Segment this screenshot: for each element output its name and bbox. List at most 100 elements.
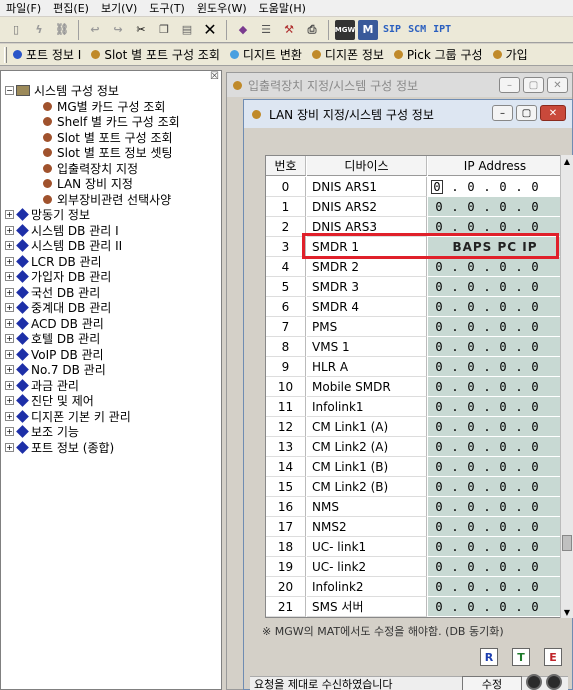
ip-octet-4[interactable]: 0 [524, 500, 546, 514]
ip-octet-4[interactable]: 0 [524, 260, 546, 274]
ip-octet-3[interactable]: 0 [492, 540, 514, 554]
ip-address-field[interactable]: 0.0.0.0 [428, 197, 560, 217]
expand-icon[interactable]: + [5, 241, 14, 251]
table-row[interactable]: 8 VMS 10.0.0.0 [266, 337, 560, 357]
close-button[interactable]: ✕ [547, 77, 568, 93]
ip-octet-3[interactable]: 0 [492, 400, 514, 414]
ip-address-field[interactable]: 0.0.0.0 [428, 317, 560, 337]
tree-group-diagnostics[interactable]: + 진단 및 제어 [5, 393, 221, 409]
round-button-icon[interactable] [546, 674, 562, 690]
ip-octet-3[interactable]: 0 [492, 280, 514, 294]
minimize-button[interactable]: – [492, 105, 513, 121]
expand-icon[interactable]: + [5, 256, 14, 266]
table-row[interactable]: 20 Infolink2 0. 0. 0. 0 [266, 577, 560, 597]
ip-address-field[interactable]: 0.0.0.0 [428, 477, 560, 497]
menu-file[interactable]: 파일(F) [6, 0, 41, 16]
ip-octet-4[interactable]: 0 [524, 580, 546, 594]
ipt-button[interactable]: IPT [431, 24, 453, 35]
tree-group-billing[interactable]: + 과금 관리 [5, 378, 221, 394]
ip-octet-3[interactable]: 0 [492, 200, 514, 214]
ip-address-field[interactable]: 0.0.0.0 [428, 397, 560, 417]
ip-octet-2[interactable]: 0 [460, 340, 482, 354]
ip-octet-1[interactable]: 0 [428, 260, 450, 274]
expand-icon[interactable]: + [5, 365, 14, 375]
quick-pick-group[interactable]: Pick 그룹 구성 [393, 46, 483, 63]
ip-octet-1[interactable]: 0 [428, 460, 450, 474]
mgw-icon[interactable]: MGW [335, 19, 355, 40]
tree-item-slot-port-config[interactable]: Slot 별 포트 구성 조회 [5, 130, 221, 146]
ip-address-field[interactable]: 0.0.0.0 [428, 457, 560, 477]
quick-port-info[interactable]: 포트 정보 I [13, 46, 81, 63]
ip-octet-3[interactable]: 0 [492, 300, 514, 314]
ip-address-field[interactable]: 0.0.0.0 [428, 257, 560, 277]
ip-octet-3[interactable]: 0 [492, 500, 514, 514]
ip-octet-4[interactable]: 0 [524, 320, 546, 334]
ip-octet-4[interactable]: 0 [524, 560, 546, 574]
quick-digit-convert[interactable]: 디지트 변환 [229, 46, 302, 63]
ip-octet-2[interactable]: 0 [460, 320, 482, 334]
ip-octet-1[interactable]: 0 [428, 220, 450, 234]
tree-item-lan-device[interactable]: LAN 장비 지정 [5, 176, 221, 192]
tree-group-port-info-all[interactable]: + 포트 정보 (종합) [5, 440, 221, 456]
lightning-icon[interactable]: ϟ [29, 20, 49, 40]
close-button[interactable]: ✕ [540, 105, 566, 121]
tree-group-aux-functions[interactable]: + 보조 기능 [5, 424, 221, 440]
ip-octet-3[interactable]: 0 [492, 440, 514, 454]
tree-group-network-sync[interactable]: + 망동기 정보 [5, 207, 221, 223]
ip-octet-4[interactable]: 0 [524, 600, 546, 614]
ip-octet-3[interactable]: 0 [492, 320, 514, 334]
ip-octet-4[interactable]: 0 [524, 540, 546, 554]
ip-octet-1[interactable]: 0 [428, 300, 450, 314]
open-icon[interactable]: ▯ [6, 20, 26, 40]
table-row[interactable]: 1 DNIS ARS2 0. 0. 0. 0 [266, 197, 560, 217]
ip-octet-2[interactable]: 0 [460, 300, 482, 314]
ip-octet-1[interactable]: 0 [428, 320, 450, 334]
table-row[interactable]: 0 DNIS ARS1 0. 0. 0. 0 [266, 177, 560, 197]
ip-address-field[interactable]: BAPS PC IP [428, 237, 560, 257]
ip-octet-4[interactable]: 0 [524, 200, 546, 214]
expand-icon[interactable]: + [5, 411, 14, 421]
ip-address-field[interactable]: 0.0.0.0 [428, 177, 560, 197]
ip-address-field[interactable]: 0.0.0.0 [428, 377, 560, 397]
tree-group-digiphone-keys[interactable]: + 디지폰 기본 키 관리 [5, 409, 221, 425]
tree-group-system-db-1[interactable]: + 시스템 DB 관리 I [5, 223, 221, 239]
ip-octet-4[interactable]: 0 [524, 280, 546, 294]
edit-button[interactable]: 수정 [462, 676, 522, 690]
ip-octet-3[interactable]: 0 [492, 520, 514, 534]
background-window-titlebar[interactable]: 입출력장치 지정/시스템 구성 정보 – ▢ ✕ [227, 73, 572, 97]
ip-octet-2[interactable]: 0 [460, 480, 482, 494]
tree-item-slot-port-setting[interactable]: Slot 별 포트 정보 셋팅 [5, 145, 221, 161]
ip-octet-1[interactable]: 0 [428, 520, 450, 534]
ip-octet-3[interactable]: 0 [492, 180, 514, 194]
ip-octet-3[interactable]: 0 [492, 360, 514, 374]
paste-icon[interactable]: ▤ [177, 20, 197, 40]
expand-icon[interactable]: + [5, 225, 14, 235]
ip-octet-4[interactable]: 0 [524, 380, 546, 394]
expand-icon[interactable]: + [5, 442, 14, 452]
ip-address-field[interactable]: 0.0.0.0 [428, 297, 560, 317]
ip-octet-1[interactable]: 0 [428, 580, 450, 594]
ip-octet-2[interactable]: 0 [460, 580, 482, 594]
printer-icon[interactable]: ⎙ [302, 20, 322, 40]
table-row[interactable]: 11 Infolink1 0. 0. 0. 0 [266, 397, 560, 417]
ip-octet-4[interactable]: 0 [524, 440, 546, 454]
minimize-button[interactable]: – [499, 77, 520, 93]
ip-octet-3[interactable]: 0 [492, 580, 514, 594]
ip-octet-3[interactable]: 0 [492, 460, 514, 474]
ip-octet-4[interactable]: 0 [524, 460, 546, 474]
ip-octet-3[interactable]: 0 [492, 220, 514, 234]
ip-octet-2[interactable]: 0 [460, 520, 482, 534]
ip-octet-2[interactable]: 0 [460, 540, 482, 554]
ip-address-field[interactable]: 0.0.0.0 [428, 217, 560, 237]
ip-octet-2[interactable]: 0 [460, 220, 482, 234]
expand-icon[interactable]: + [5, 272, 14, 282]
ip-octet-1[interactable]: 0 [428, 200, 450, 214]
table-row[interactable]: 17 NMS2 0. 0. 0. 0 [266, 517, 560, 537]
ip-octet-4[interactable]: 0 [524, 480, 546, 494]
quick-slot-port-config[interactable]: Slot 별 포트 구성 조회 [91, 46, 220, 63]
ip-octet-1[interactable]: 0 [428, 480, 450, 494]
tree-group-lcr-db[interactable]: + LCR DB 관리 [5, 254, 221, 270]
transmit-icon[interactable]: T [512, 648, 530, 666]
expand-icon[interactable]: + [5, 287, 14, 297]
tree-group-hotel-db[interactable]: + 호텔 DB 관리 [5, 331, 221, 347]
